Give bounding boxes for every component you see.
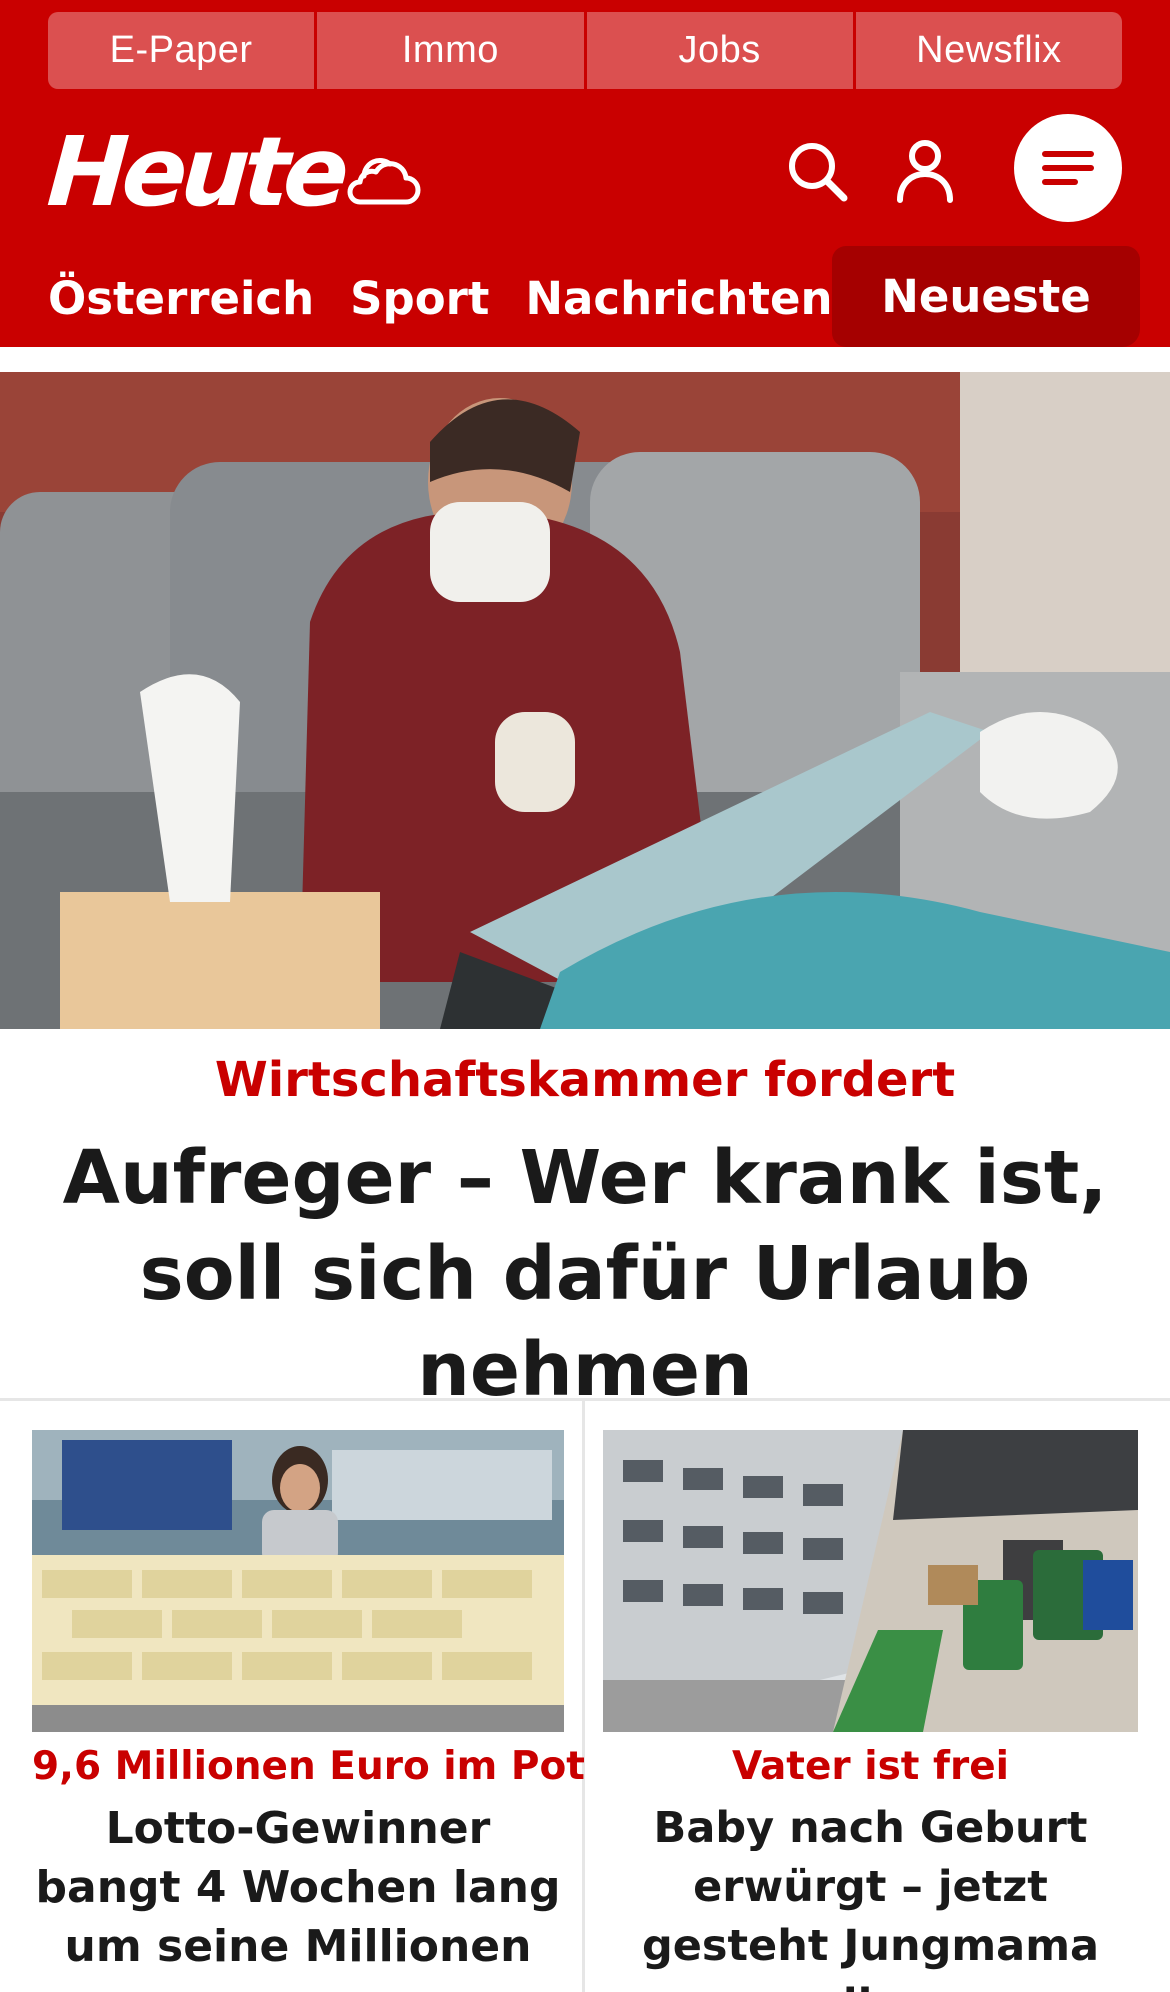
service-nav: E-Paper Immo Jobs Newsflix xyxy=(48,12,1122,89)
lead-story-title[interactable]: Aufreger – Wer krank ist, soll sich dafü… xyxy=(40,1130,1130,1418)
section-link-nachrichten[interactable]: Nachrichten xyxy=(525,272,832,325)
teaser-kicker[interactable]: Vater ist frei xyxy=(603,1744,1138,1789)
section-link-sport[interactable]: Sport xyxy=(350,272,489,325)
teaser-title[interactable]: Lotto-Gewinner bangt 4 Wochen lang um se… xyxy=(32,1799,564,1976)
divider xyxy=(0,1398,1170,1401)
teaser-card[interactable]: Vater ist frei Baby nach Geburt erwürgt … xyxy=(603,1430,1138,1992)
service-link-newsflix[interactable]: Newsflix xyxy=(855,12,1122,89)
section-link-oesterreich[interactable]: Österreich xyxy=(48,272,314,325)
site-header: E-Paper Immo Jobs Newsflix Heute Österre… xyxy=(0,0,1170,347)
teaser-title[interactable]: Baby nach Geburt erwürgt – jetzt gesteht… xyxy=(603,1799,1138,1992)
teaser-kicker[interactable]: 9,6 Millionen Euro im Pot xyxy=(32,1744,585,1789)
menu-icon xyxy=(1042,151,1094,185)
lead-story-kicker[interactable]: Wirtschaftskammer fordert xyxy=(0,1052,1170,1108)
section-tab-neueste[interactable]: Neueste xyxy=(832,246,1140,347)
weather-cloud-icon[interactable] xyxy=(344,146,424,216)
site-logo[interactable]: Heute xyxy=(44,116,347,228)
lead-story-image[interactable] xyxy=(0,372,1170,1029)
search-icon[interactable] xyxy=(784,138,850,204)
teaser-image[interactable] xyxy=(32,1430,564,1732)
section-nav: Österreich Sport Nachrichten xyxy=(48,250,869,346)
divider xyxy=(582,1400,585,1992)
service-link-immo[interactable]: Immo xyxy=(317,12,587,89)
menu-button[interactable] xyxy=(1014,114,1122,222)
user-icon[interactable] xyxy=(892,138,958,204)
service-link-epaper[interactable]: E-Paper xyxy=(48,12,318,89)
teaser-image[interactable] xyxy=(603,1430,1138,1732)
service-link-jobs[interactable]: Jobs xyxy=(586,12,856,89)
teaser-card[interactable]: 9,6 Millionen Euro im Pot Lotto-Gewinner… xyxy=(32,1430,585,1976)
